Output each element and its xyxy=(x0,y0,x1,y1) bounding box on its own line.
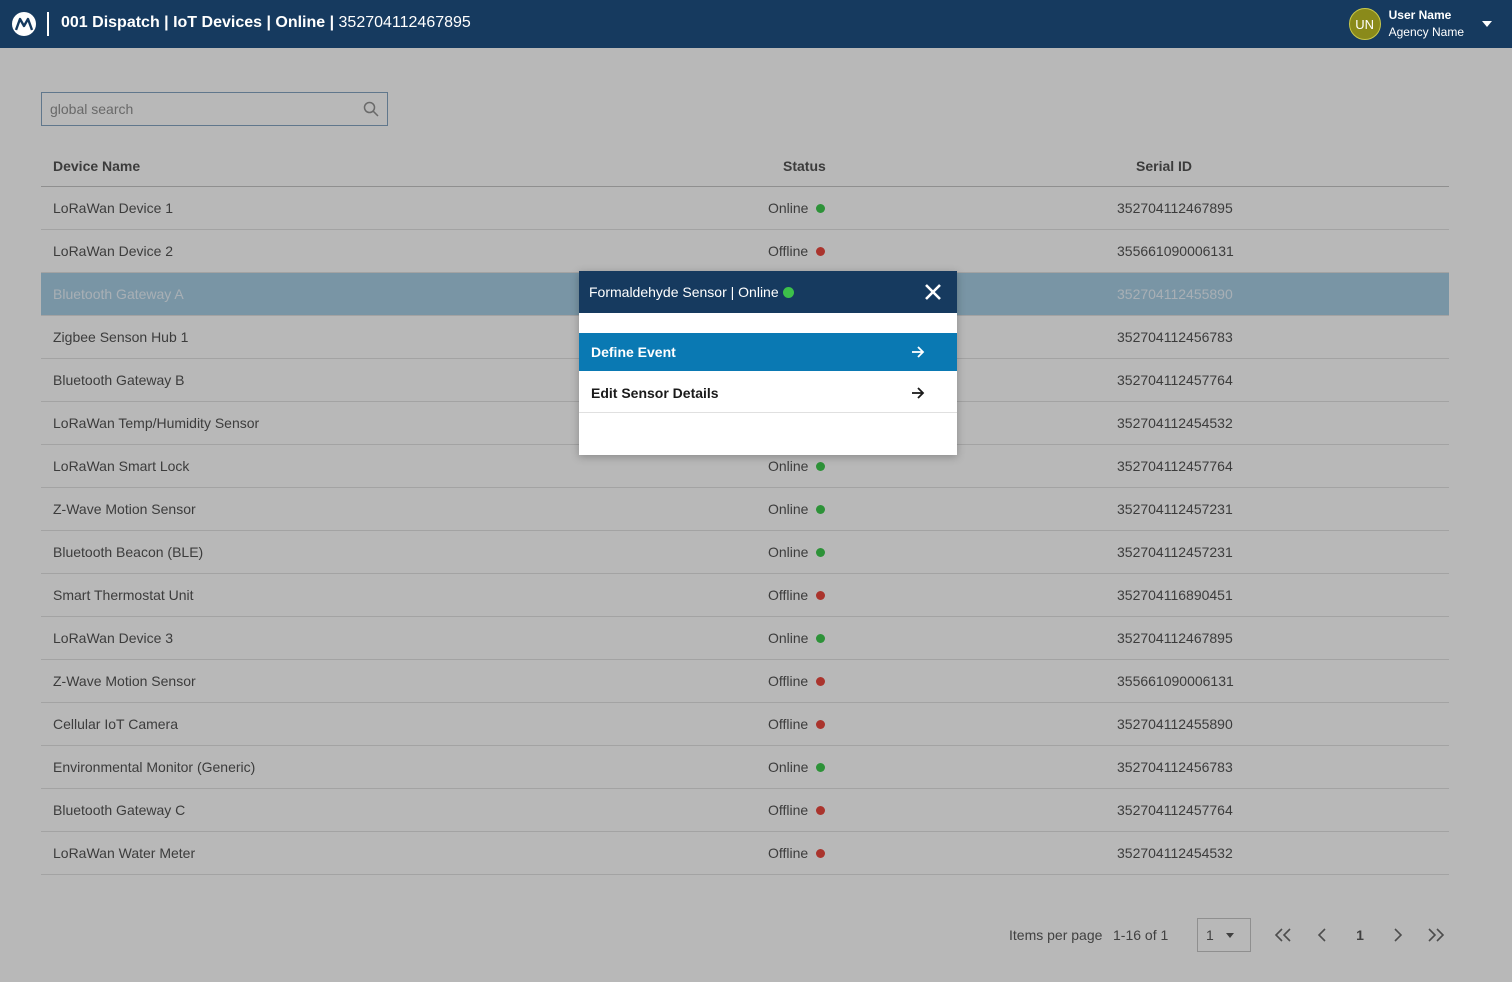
top-bar: 001 Dispatch | IoT Devices | Online | 35… xyxy=(0,0,1512,48)
define-event-label: Define Event xyxy=(591,344,676,360)
online-status-dot xyxy=(782,286,794,298)
arrow-right-icon xyxy=(911,345,925,362)
page-title: 001 Dispatch | IoT Devices | Online | 35… xyxy=(61,14,471,32)
modal-backdrop[interactable] xyxy=(0,48,1512,982)
page-title-main: 001 Dispatch | IoT Devices | Online | xyxy=(61,14,335,31)
arrow-right-icon xyxy=(911,386,925,403)
define-event-button[interactable]: Define Event xyxy=(579,333,957,371)
edit-sensor-details-label: Edit Sensor Details xyxy=(591,384,719,401)
header-divider xyxy=(47,12,49,36)
avatar[interactable]: UN xyxy=(1348,8,1381,40)
modal-header: Formaldehyde Sensor | Online xyxy=(579,271,957,313)
device-action-modal: Formaldehyde Sensor | Online Define Even… xyxy=(579,271,957,455)
motorola-logo-icon[interactable] xyxy=(12,12,36,36)
modal-title: Formaldehyde Sensor | Online xyxy=(589,284,779,300)
edit-sensor-details-button[interactable]: Edit Sensor Details xyxy=(579,373,957,413)
close-icon[interactable] xyxy=(923,282,943,302)
agency-name: Agency Name xyxy=(1388,25,1464,39)
page-title-serial: 352704112467895 xyxy=(338,14,471,31)
user-name: User Name xyxy=(1388,8,1452,22)
user-menu[interactable]: UN User Name Agency Name xyxy=(1348,7,1492,41)
chevron-down-icon[interactable] xyxy=(1482,21,1492,27)
